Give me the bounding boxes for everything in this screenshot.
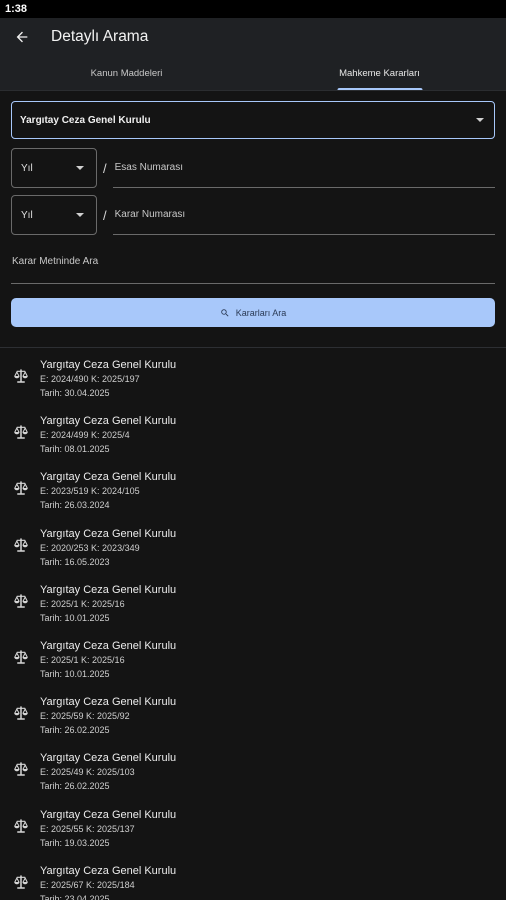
esas-year-value: Yıl (21, 162, 33, 174)
status-bar: 1:38 (0, 0, 506, 18)
result-text: Yargıtay Ceza Genel Kurulu E: 2025/59 K: … (40, 695, 176, 738)
result-numbers: E: 2025/55 K: 2025/137 (40, 823, 135, 834)
list-item[interactable]: Yargıtay Ceza Genel Kurulu E: 2025/1 K: 2… (0, 639, 506, 695)
result-date: Tarih: 26.02.2025 (40, 725, 110, 736)
result-date: Tarih: 08.01.2025 (40, 444, 110, 455)
result-date: Tarih: 10.01.2025 (40, 668, 110, 679)
result-numbers: E: 2025/59 K: 2025/92 (40, 711, 130, 722)
court-dropdown[interactable]: Yargıtay Ceza Genel Kurulu (11, 101, 495, 139)
result-court: Yargıtay Ceza Genel Kurulu (40, 527, 177, 540)
result-date: Tarih: 19.03.2025 (40, 837, 110, 848)
scales-icon (12, 367, 30, 385)
result-numbers: E: 2024/499 K: 2025/4 (40, 430, 130, 441)
result-numbers: E: 2020/253 K: 2023/349 (40, 542, 140, 553)
result-date: Tarih: 10.01.2025 (40, 612, 110, 623)
list-item[interactable]: Yargıtay Ceza Genel Kurulu E: 2020/253 K:… (0, 527, 506, 583)
separator-slash: / (103, 207, 107, 223)
separator-slash: / (103, 160, 107, 176)
esas-row: Yıl / Esas Numarası (11, 148, 495, 188)
result-numbers: E: 2025/49 K: 2025/103 (40, 767, 135, 778)
tab-kanun-maddeleri[interactable]: Kanun Maddeleri (0, 56, 253, 90)
list-item[interactable]: Yargıtay Ceza Genel Kurulu E: 2025/1 K: 2… (0, 583, 506, 639)
result-text: Yargıtay Ceza Genel Kurulu E: 2025/55 K: … (40, 808, 176, 851)
karar-row: Yıl / Karar Numarası (11, 195, 495, 235)
app-bar: Detaylı Arama (0, 18, 506, 56)
tab-mahkeme-kararlari[interactable]: Mahkeme Kararları (253, 56, 506, 90)
list-item[interactable]: Yargıtay Ceza Genel Kurulu E: 2025/55 K: … (0, 808, 506, 864)
decision-text-search-input[interactable]: Karar Metninde Ara (11, 240, 495, 284)
list-item[interactable]: Yargıtay Ceza Genel Kurulu E: 2025/67 K: … (0, 864, 506, 900)
result-date: Tarih: 16.05.2023 (40, 556, 110, 567)
result-court: Yargıtay Ceza Genel Kurulu (40, 471, 177, 484)
list-item[interactable]: Yargıtay Ceza Genel Kurulu E: 2023/519 K:… (0, 470, 506, 526)
tab-bar: Kanun Maddeleri Mahkeme Kararları (0, 56, 506, 91)
arrow-left-icon (16, 31, 28, 43)
result-court: Yargıtay Ceza Genel Kurulu (40, 696, 177, 709)
karar-year-dropdown[interactable]: Yıl (11, 195, 97, 235)
scales-icon (12, 704, 30, 722)
caret-down-icon (76, 166, 84, 170)
result-text: Yargıtay Ceza Genel Kurulu E: 2025/67 K: … (40, 864, 176, 900)
result-court: Yargıtay Ceza Genel Kurulu (40, 583, 177, 596)
result-numbers: E: 2025/1 K: 2025/16 (40, 654, 125, 665)
result-numbers: E: 2025/1 K: 2025/16 (40, 598, 125, 609)
result-text: Yargıtay Ceza Genel Kurulu E: 2024/499 K:… (40, 414, 176, 457)
scales-icon (12, 479, 30, 497)
search-form: Yargıtay Ceza Genel Kurulu Yıl / Esas Nu… (0, 91, 506, 327)
tab-label: Kanun Maddeleri (90, 67, 163, 79)
karar-year-value: Yıl (21, 209, 33, 221)
caret-down-icon (476, 118, 484, 122)
scales-icon (12, 873, 30, 891)
scales-icon (12, 423, 30, 441)
result-numbers: E: 2025/67 K: 2025/184 (40, 879, 135, 890)
result-date: Tarih: 26.03.2024 (40, 500, 110, 511)
result-date: Tarih: 23.04.2025 (40, 893, 110, 900)
result-court: Yargıtay Ceza Genel Kurulu (40, 864, 177, 877)
list-item[interactable]: Yargıtay Ceza Genel Kurulu E: 2024/490 K:… (0, 358, 506, 414)
esas-year-dropdown[interactable]: Yıl (11, 148, 97, 188)
result-text: Yargıtay Ceza Genel Kurulu E: 2020/253 K:… (40, 527, 176, 570)
search-button-label: Kararları Ara (235, 307, 287, 318)
tab-label: Mahkeme Kararları (339, 67, 420, 79)
result-court: Yargıtay Ceza Genel Kurulu (40, 808, 177, 821)
result-court: Yargıtay Ceza Genel Kurulu (40, 415, 177, 428)
scales-icon (12, 648, 30, 666)
karar-number-input[interactable]: Karar Numarası (112, 195, 495, 235)
result-court: Yargıtay Ceza Genel Kurulu (40, 359, 177, 371)
back-button[interactable] (12, 27, 32, 47)
list-item[interactable]: Yargıtay Ceza Genel Kurulu E: 2024/499 K:… (0, 414, 506, 470)
court-dropdown-value: Yargıtay Ceza Genel Kurulu (20, 114, 151, 126)
caret-down-icon (76, 213, 84, 217)
scales-icon (12, 536, 30, 554)
scales-icon (12, 592, 30, 610)
status-time: 1:38 (5, 3, 28, 15)
result-text: Yargıtay Ceza Genel Kurulu E: 2024/490 K:… (40, 358, 176, 401)
result-text: Yargıtay Ceza Genel Kurulu E: 2025/1 K: 2… (40, 639, 176, 682)
result-text: Yargıtay Ceza Genel Kurulu E: 2025/49 K: … (40, 751, 176, 794)
result-court: Yargıtay Ceza Genel Kurulu (40, 639, 177, 652)
scales-icon (12, 817, 30, 835)
page-title: Detaylı Arama (51, 28, 149, 45)
scales-icon (12, 760, 30, 778)
result-numbers: E: 2023/519 K: 2024/105 (40, 486, 140, 497)
search-icon (220, 308, 229, 317)
result-text: Yargıtay Ceza Genel Kurulu E: 2025/1 K: 2… (40, 583, 176, 626)
result-text: Yargıtay Ceza Genel Kurulu E: 2023/519 K:… (40, 470, 176, 513)
result-numbers: E: 2024/490 K: 2025/197 (40, 374, 140, 384)
search-decisions-button[interactable]: Kararları Ara (11, 298, 495, 327)
list-item[interactable]: Yargıtay Ceza Genel Kurulu E: 2025/59 K: … (0, 695, 506, 751)
esas-number-input[interactable]: Esas Numarası (112, 148, 495, 188)
result-date: Tarih: 30.04.2025 (40, 388, 110, 398)
results-list: Yargıtay Ceza Genel Kurulu E: 2024/490 K:… (0, 348, 506, 900)
list-item[interactable]: Yargıtay Ceza Genel Kurulu E: 2025/49 K: … (0, 751, 506, 807)
result-court: Yargıtay Ceza Genel Kurulu (40, 752, 177, 765)
result-date: Tarih: 26.02.2025 (40, 781, 110, 792)
